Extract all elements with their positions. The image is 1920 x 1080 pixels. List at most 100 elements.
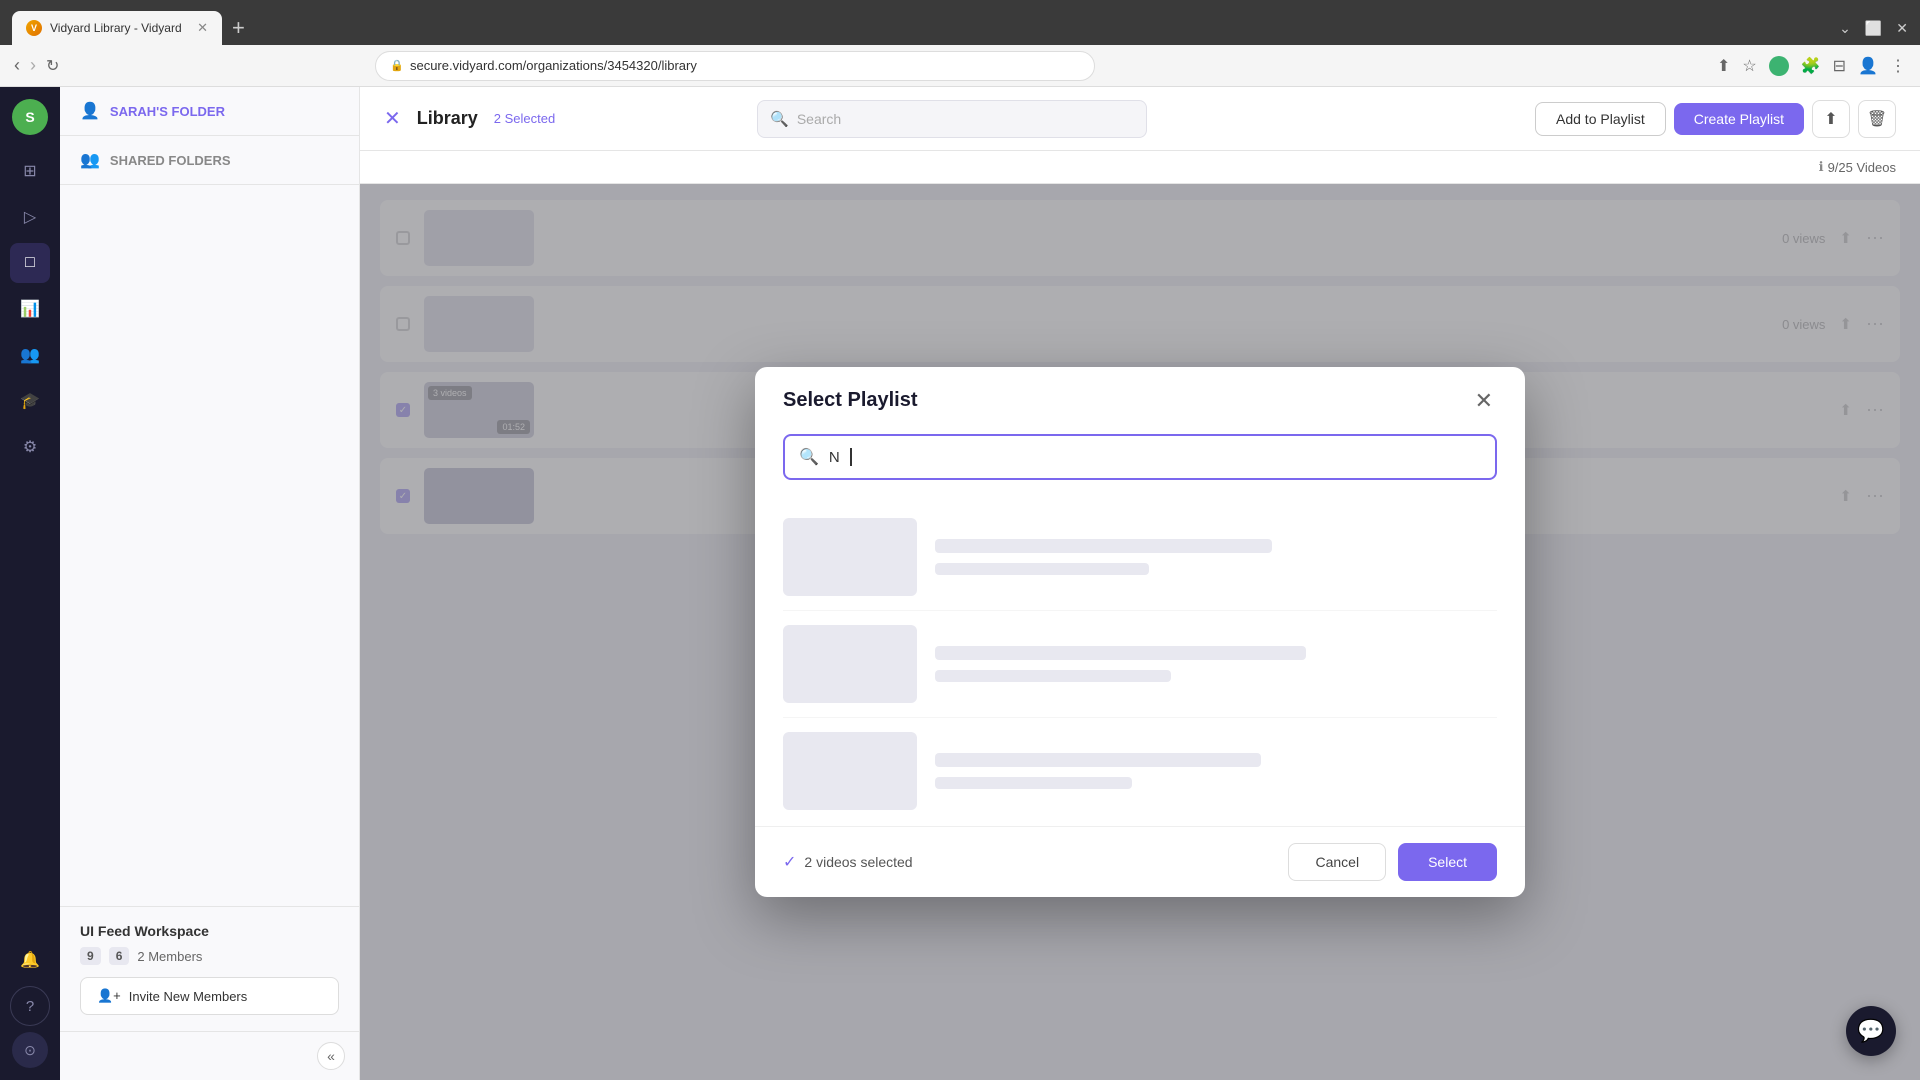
check-icon: ✓ [783, 852, 796, 872]
sidebar-item-users[interactable]: 👥 [10, 335, 50, 375]
main-content: ✕ Library 2 Selected 🔍 Search Add to Pla… [360, 87, 1920, 1080]
tab-close-icon[interactable]: ✕ [197, 20, 208, 36]
cursor-indicator [850, 448, 852, 466]
video-count-text: 9/25 Videos [1828, 160, 1896, 175]
selected-count-badge: 2 Selected [494, 111, 555, 126]
footer-actions: Cancel Select [1288, 843, 1497, 881]
modal-search-container[interactable]: 🔍 N [783, 434, 1497, 480]
list-item[interactable] [783, 718, 1497, 824]
invite-icon: 👤+ [97, 988, 121, 1004]
extension-icon-2[interactable]: 🧩 [1801, 56, 1821, 76]
close-selection-icon[interactable]: ✕ [384, 106, 401, 131]
url-text: secure.vidyard.com/organizations/3454320… [410, 58, 697, 73]
app-layout: S ⊞ ▷ □ 📊 👥 🎓 ⚙ 🔔 ? ⊙ 👤 SARAH'S FOLDER 👥… [0, 87, 1920, 1080]
restore-icon[interactable]: ⬜ [1865, 20, 1882, 37]
cancel-button[interactable]: Cancel [1288, 843, 1386, 881]
tab-title: Vidyard Library - Vidyard [50, 21, 182, 35]
browser-chrome: V Vidyard Library - Vidyard ✕ + ⌄ ⬜ ✕ [0, 0, 1920, 45]
sidebar-item-library[interactable]: □ [10, 243, 50, 283]
list-item[interactable] [783, 504, 1497, 611]
playlist-info-skeleton [935, 646, 1497, 682]
sidebar-toggle-icon[interactable]: ⊟ [1833, 56, 1846, 76]
sidebar-item-notifications[interactable]: 🔔 [10, 940, 50, 980]
new-tab-button[interactable]: + [226, 15, 251, 41]
search-bar[interactable]: 🔍 Search [757, 100, 1147, 138]
search-placeholder: Search [797, 111, 841, 127]
content-area: 0 views ⬆ ⋯ 0 views ⬆ ⋯ ✓ 3 videos 0 [360, 184, 1920, 1080]
playlist-list[interactable] [755, 496, 1525, 826]
minimize-icon[interactable]: ⌄ [1839, 20, 1851, 37]
modal-close-button[interactable]: ✕ [1471, 390, 1497, 412]
back-button[interactable]: ‹ [14, 55, 20, 76]
video-count-bar: ℹ 9/25 Videos [360, 151, 1920, 184]
workspace-members: 2 Members [137, 949, 202, 964]
tab-favicon: V [26, 20, 42, 36]
info-icon: ℹ [1819, 159, 1824, 175]
sidebar-item-education[interactable]: 🎓 [10, 381, 50, 421]
avatar[interactable]: S [12, 99, 48, 135]
forward-button[interactable]: › [30, 55, 36, 76]
modal-search-icon: 🔍 [799, 447, 819, 467]
library-title: Library [417, 108, 478, 129]
top-bar: ✕ Library 2 Selected 🔍 Search Add to Pla… [360, 87, 1920, 151]
create-playlist-button[interactable]: Create Playlist [1674, 103, 1804, 135]
chat-icon: 💬 [1857, 1018, 1884, 1044]
modal-overlay[interactable]: Select Playlist ✕ 🔍 N [360, 184, 1920, 1080]
playlist-thumbnail-skeleton [783, 518, 917, 596]
modal-title: Select Playlist [783, 389, 918, 412]
top-bar-actions: Add to Playlist Create Playlist ⬆ 🗑 [1535, 100, 1896, 138]
playlist-info-skeleton [935, 753, 1497, 789]
videos-selected-indicator: ✓ 2 videos selected [783, 852, 913, 872]
lock-icon: 🔒 [390, 59, 404, 72]
window-controls: ⌄ ⬜ ✕ [1839, 20, 1908, 37]
playlist-thumbnail-skeleton [783, 732, 917, 810]
modal-header: Select Playlist ✕ [755, 367, 1525, 430]
address-field[interactable]: 🔒 secure.vidyard.com/organizations/34543… [375, 51, 1095, 81]
workspace-stats-row: 9 6 2 Members [80, 947, 339, 965]
browser-toolbar: ⬆ ☆ 🧩 ⊟ 👤 ⋮ [1717, 56, 1906, 76]
playlist-list-inner [755, 496, 1525, 826]
modal-footer: ✓ 2 videos selected Cancel Select [755, 826, 1525, 897]
playlist-thumbnail-skeleton [783, 625, 917, 703]
profile-icon[interactable]: 👤 [1858, 56, 1878, 76]
shared-folders-item[interactable]: 👥 SHARED FOLDERS [60, 136, 359, 185]
list-item[interactable] [783, 611, 1497, 718]
collapse-panel-button[interactable]: « [60, 1031, 359, 1080]
sidebar: S ⊞ ▷ □ 📊 👥 🎓 ⚙ 🔔 ? ⊙ [0, 87, 60, 1080]
search-bar-icon: 🔍 [770, 110, 789, 128]
sidebar-item-analytics[interactable]: 📊 [10, 289, 50, 329]
close-icon[interactable]: ✕ [1896, 20, 1908, 37]
add-to-playlist-button[interactable]: Add to Playlist [1535, 102, 1666, 136]
sidebar-item-integrations[interactable]: ⚙ [10, 427, 50, 467]
select-playlist-modal: Select Playlist ✕ 🔍 N [755, 367, 1525, 897]
stat-badge-2: 6 [109, 947, 130, 965]
address-bar-row: ‹ › ↻ 🔒 secure.vidyard.com/organizations… [0, 45, 1920, 87]
share-icon[interactable]: ⬆ [1717, 56, 1730, 76]
menu-icon[interactable]: ⋮ [1890, 56, 1906, 76]
browser-tab[interactable]: V Vidyard Library - Vidyard ✕ [12, 11, 222, 45]
extension-icon-1[interactable] [1769, 56, 1789, 76]
invite-new-members-button[interactable]: 👤+ Invite New Members [80, 977, 339, 1015]
refresh-button[interactable]: ↻ [46, 56, 59, 76]
person-icon: 👤 [80, 101, 100, 121]
sidebar-item-video[interactable]: ▷ [10, 197, 50, 237]
shared-folders-label: SHARED FOLDERS [110, 153, 231, 168]
sidebar-item-app[interactable]: ⊙ [12, 1032, 48, 1068]
workspace-name: UI Feed Workspace [80, 923, 339, 939]
select-button[interactable]: Select [1398, 843, 1497, 881]
modal-search-row: 🔍 N [755, 430, 1525, 496]
videos-selected-text: 2 videos selected [804, 854, 912, 870]
delete-icon-btn[interactable]: 🗑 [1858, 100, 1896, 138]
modal-search-text: N [829, 449, 840, 466]
sarahs-folder-label: SARAH'S FOLDER [110, 104, 225, 119]
sidebar-item-help[interactable]: ? [10, 986, 50, 1026]
stat-badge-1: 9 [80, 947, 101, 965]
chat-widget[interactable]: 💬 [1846, 1006, 1896, 1056]
invite-label: Invite New Members [129, 989, 247, 1004]
sidebar-item-home[interactable]: ⊞ [10, 151, 50, 191]
bookmark-icon[interactable]: ☆ [1742, 56, 1756, 76]
share-icon-btn[interactable]: ⬆ [1812, 100, 1850, 138]
sarahs-folder-item[interactable]: 👤 SARAH'S FOLDER [60, 87, 359, 136]
shared-icon: 👥 [80, 150, 100, 170]
workspace-section: UI Feed Workspace 9 6 2 Members 👤+ Invit… [60, 906, 359, 1031]
